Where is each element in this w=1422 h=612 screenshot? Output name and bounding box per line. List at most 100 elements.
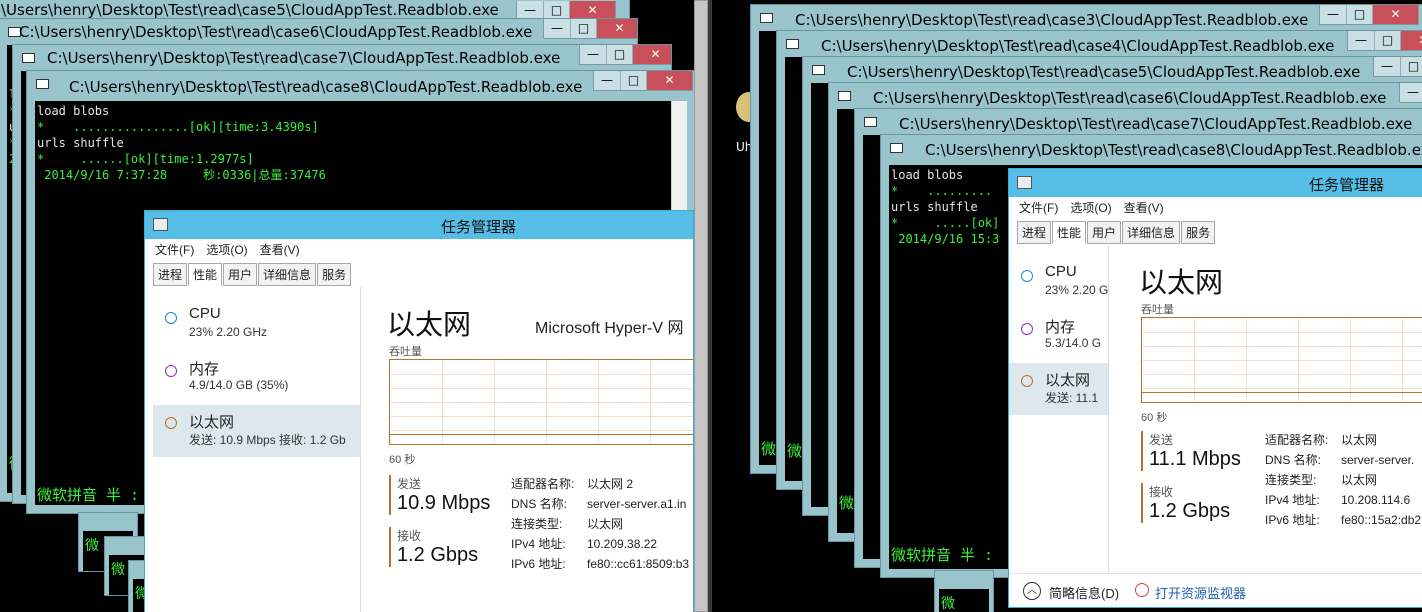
resource-name: CPU <box>189 305 221 322</box>
minimize-button[interactable]: — <box>594 71 620 90</box>
tab-processes[interactable]: 进程 <box>1017 221 1052 244</box>
tab-performance[interactable]: 性能 <box>188 263 223 286</box>
ime-status: 微 <box>761 440 777 458</box>
minimize-button[interactable]: — <box>580 45 606 64</box>
resource-name: 以太网 <box>1045 372 1091 389</box>
receive-label: 接收 <box>397 529 422 543</box>
detail-row: IPv6 地址: fe80::15a2:db2 <box>1265 511 1421 528</box>
detail-row: IPv4 地址: 10.209.38.22 <box>511 535 657 552</box>
detail-key: DNS 名称: <box>1265 453 1322 467</box>
tab-strip: 进程 性能 用户 详细信息 服务 <box>1017 221 1216 244</box>
collapse-icon[interactable]: ︿ <box>1023 582 1041 600</box>
title-bar[interactable]: C:\Users\henry\Desktop\Test\read\case6\C… <box>0 19 637 45</box>
resource-name: 内存 <box>1045 319 1076 336</box>
minimize-button[interactable]: — <box>1348 31 1374 50</box>
resource-list: CPU 23% 2.20 GHz 内存 4.9/14.0 GB (35%) 以太… <box>145 287 361 612</box>
maximize-button[interactable]: □ <box>1374 31 1400 50</box>
console-app-icon <box>36 79 49 89</box>
menu-options[interactable]: 选项(O) <box>206 241 247 258</box>
title-bar[interactable]: C:\Users\henry\Desktop\Test\read\case8\C… <box>27 71 695 97</box>
resource-summary: 5.3/14.0 G <box>1045 336 1102 350</box>
detail-row: IPv4 地址: 10.208.114.6 <box>1265 491 1410 508</box>
close-button[interactable]: ✕ <box>646 71 692 90</box>
minimize-button[interactable]: — <box>1374 57 1400 76</box>
resource-item-cpu[interactable]: CPU 23% 2.20 G <box>1009 259 1108 311</box>
ime-status: 微 <box>939 589 989 612</box>
close-button[interactable]: ✕ <box>1372 5 1418 24</box>
tab-services[interactable]: 服务 <box>317 263 352 286</box>
tab-services[interactable]: 服务 <box>1181 221 1216 244</box>
console-line: load blobs <box>37 104 110 118</box>
ime-status: 微软拼音 半 : <box>37 486 140 504</box>
resource-item-memory[interactable]: 内存 5.3/14.0 G <box>1009 312 1108 364</box>
detail-value: server-server. <box>1341 453 1415 467</box>
window-title: C:\Users\henry\Desktop\Test\read\case5\C… <box>847 63 1361 81</box>
send-value: 10.9 Mbps <box>397 492 491 514</box>
menu-file[interactable]: 文件(F) <box>1019 199 1058 216</box>
detail-key: 连接类型: <box>1265 473 1317 487</box>
resource-name: 内存 <box>189 361 220 378</box>
tab-performance[interactable]: 性能 <box>1052 221 1087 244</box>
title-bar[interactable]: \Users\henry\Desktop\Test\read\case5\Clo… <box>0 0 629 21</box>
tab-users[interactable]: 用户 <box>223 263 258 286</box>
detail-key: IPv6 地址: <box>511 557 566 571</box>
close-button[interactable]: ✕ <box>1400 31 1422 50</box>
cpu-indicator-icon <box>1021 270 1033 282</box>
maximize-button[interactable]: □ <box>570 19 596 38</box>
receive-label: 接收 <box>1149 485 1174 499</box>
detail-key: IPv4 地址: <box>1265 493 1320 507</box>
resource-item-ethernet[interactable]: 以太网 发送: 11.1 <box>1009 363 1108 415</box>
close-button[interactable]: ✕ <box>632 45 671 64</box>
detail-row: 适配器名称: 以太网 <box>1265 431 1377 448</box>
adapter-name: Microsoft Hyper-V 网 <box>535 320 684 337</box>
throughput-line <box>390 434 693 435</box>
resource-item-memory[interactable]: 内存 4.9/14.0 GB (35%) <box>153 354 360 406</box>
throughput-graph <box>1141 317 1422 403</box>
task-manager-window[interactable]: 任务管理器 文件(F) 选项(O) 查看(V) 进程 性能 用户 详细信息 服务… <box>1008 168 1422 608</box>
menu-options[interactable]: 选项(O) <box>1070 199 1111 216</box>
left-screen: \Users\henry\Desktop\Test\read\case5\Clo… <box>0 0 708 612</box>
open-resource-monitor-link[interactable]: 打开资源监视器 <box>1155 583 1246 602</box>
detail-value: fe80::15a2:db2 <box>1341 513 1422 527</box>
console-app-icon <box>864 117 877 127</box>
task-manager-title-bar[interactable]: 任务管理器 <box>1009 169 1422 197</box>
tab-details[interactable]: 详细信息 <box>1122 221 1181 244</box>
maximize-button[interactable]: □ <box>606 45 632 64</box>
task-manager-icon <box>153 218 168 231</box>
menu-view[interactable]: 查看(V) <box>1124 199 1164 216</box>
task-manager-window[interactable]: 任务管理器 文件(F) 选项(O) 查看(V) 进程 性能 用户 详细信息 服务… <box>144 210 694 612</box>
resource-item-cpu[interactable]: CPU 23% 2.20 GHz <box>153 301 360 353</box>
stacked-window-stub[interactable]: 微 <box>934 570 994 612</box>
close-button[interactable]: ✕ <box>596 19 637 38</box>
window-title: \Users\henry\Desktop\Test\read\case5\Clo… <box>1 1 499 19</box>
send-stat: 发送 11.1 Mbps <box>1141 431 1241 471</box>
detail-key: 适配器名称: <box>1265 433 1329 447</box>
maximize-button[interactable]: □ <box>1346 5 1372 24</box>
window-controls: —□✕ <box>1319 5 1419 25</box>
minimize-button[interactable]: — <box>1320 5 1346 24</box>
resource-item-ethernet[interactable]: 以太网 发送: 10.9 Mbps 接收: 1.2 Gb <box>153 405 360 457</box>
task-manager-icon <box>1017 176 1032 189</box>
graph-time-label: 60 秒 <box>389 454 416 466</box>
tab-processes[interactable]: 进程 <box>153 263 188 286</box>
screen-scrollbar[interactable] <box>694 0 708 612</box>
maximize-button[interactable]: □ <box>620 71 646 90</box>
resource-monitor-icon <box>1135 583 1149 597</box>
task-manager-title-bar[interactable]: 任务管理器 <box>145 211 693 239</box>
tab-details[interactable]: 详细信息 <box>258 263 317 286</box>
detail-value: fe80::cc61:8509:b3 <box>587 557 690 571</box>
detail-value: server-server.a1.in <box>587 497 687 511</box>
fewer-details-link[interactable]: 简略信息(D) <box>1049 583 1119 602</box>
ime-status: 微软拼音 半 : <box>891 546 994 564</box>
detail-key: 适配器名称: <box>511 477 575 491</box>
title-bar[interactable]: C:\Users\henry\Desktop\Test\read\case7\C… <box>13 45 671 71</box>
console-app-icon <box>786 39 799 49</box>
maximize-button[interactable]: □ <box>1400 57 1422 76</box>
menu-file[interactable]: 文件(F) <box>155 241 194 258</box>
resource-summary: 23% 2.20 G <box>1045 283 1109 297</box>
minimize-button[interactable]: — <box>1400 83 1422 102</box>
menu-view[interactable]: 查看(V) <box>260 241 300 258</box>
tab-users[interactable]: 用户 <box>1087 221 1122 244</box>
menu-bar: 文件(F) 选项(O) 查看(V) <box>155 241 300 258</box>
minimize-button[interactable]: — <box>544 19 570 38</box>
